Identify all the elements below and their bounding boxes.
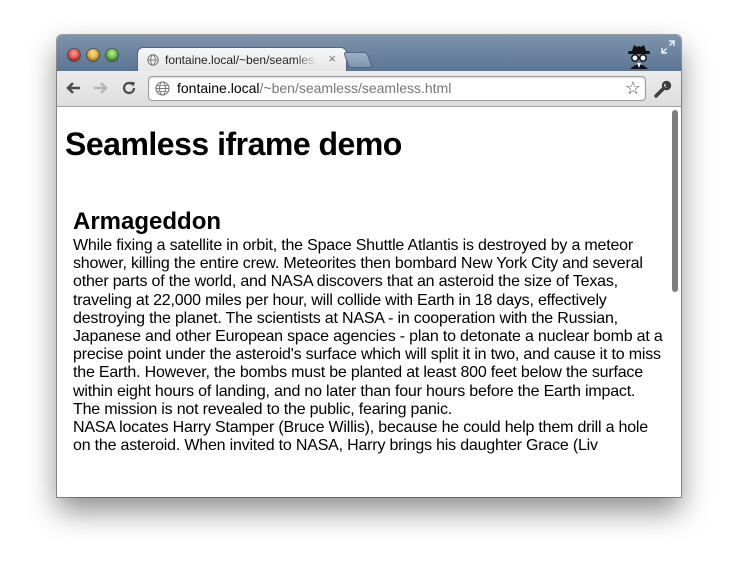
page-title: Seamless iframe demo [65, 126, 402, 162]
forward-arrow-icon [94, 82, 108, 94]
new-tab-button[interactable] [343, 52, 373, 68]
reload-button[interactable] [118, 77, 140, 99]
globe-icon [147, 54, 159, 66]
url-host: fontaine.local [177, 80, 260, 96]
tab-close-button[interactable]: × [328, 51, 336, 66]
zoom-window-button[interactable] [106, 49, 118, 61]
incognito-icon [628, 45, 650, 69]
close-window-button[interactable] [68, 49, 80, 61]
url-path: /~ben/seamless/seamless.html [259, 80, 452, 96]
seamless-iframe: Armageddon While fixing a satellite in o… [73, 207, 665, 455]
fullscreen-icon[interactable] [661, 40, 675, 54]
browser-toolbar: fontaine.local/~ben/seamless/seamless.ht… [57, 71, 681, 107]
tab-title: fontaine.local/~ben/seamless/seamless.ht… [165, 53, 317, 67]
globe-icon [155, 81, 170, 96]
minimize-window-button[interactable] [87, 49, 99, 61]
back-arrow-icon [66, 82, 80, 94]
bookmark-star-icon[interactable]: ☆ [625, 78, 641, 98]
back-button[interactable] [62, 77, 84, 99]
paragraph: NASA locates Harry Stamper (Bruce Willis… [73, 419, 648, 455]
url-text: fontaine.local/~ben/seamless/seamless.ht… [177, 80, 451, 96]
browser-window: fontaine.local/~ben/seamless/seamless.ht… [57, 35, 681, 497]
reload-icon [122, 81, 136, 95]
forward-button[interactable] [90, 77, 112, 99]
tab-seamless[interactable]: fontaine.local/~ben/seamless/seamless.ht… [137, 47, 347, 72]
address-bar[interactable]: fontaine.local/~ben/seamless/seamless.ht… [148, 76, 646, 101]
scrollbar-thumb[interactable] [672, 110, 678, 292]
paragraph: While fixing a satellite in orbit, the S… [73, 237, 663, 418]
page-content: Seamless iframe demo Armageddon While fi… [57, 107, 670, 497]
wrench-icon[interactable] [653, 79, 673, 99]
vertical-scrollbar[interactable] [670, 107, 681, 497]
section-heading: Armageddon [73, 208, 222, 235]
title-bar: fontaine.local/~ben/seamless/seamless.ht… [57, 35, 681, 72]
